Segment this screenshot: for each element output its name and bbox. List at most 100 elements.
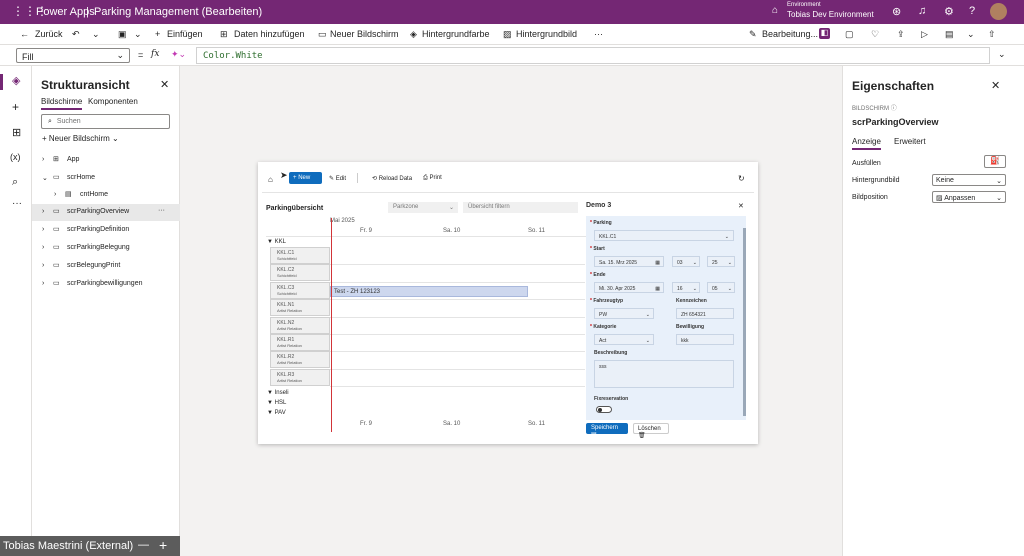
plate-input[interactable]: ZH 654321 <box>676 308 734 319</box>
undo-dropdown-icon[interactable]: ⌄ <box>92 29 100 40</box>
share-icon[interactable]: ⇪ <box>897 29 905 40</box>
notification-icon[interactable]: ♫ <box>918 5 926 17</box>
new-screen-button[interactable]: + Neuer Bildschirm ⌄ <box>42 134 119 143</box>
close-icon[interactable]: ✕ <box>160 78 169 91</box>
end-minute-dropdown[interactable]: 05 ⌄ <box>707 282 735 293</box>
paste-icon[interactable]: ▣ <box>118 29 127 40</box>
copilot-icon[interactable]: ⊛ <box>892 5 901 18</box>
variables-icon[interactable]: (x) <box>10 152 21 162</box>
play-icon[interactable]: ▷ <box>921 29 928 40</box>
editing-button[interactable]: Bearbeitung... <box>762 29 818 39</box>
grid-row-line <box>330 317 585 318</box>
booking-bar[interactable]: Test - ZH 123123 <box>330 286 528 297</box>
tree-item-cnthome[interactable]: › ▤ cntHome <box>32 187 180 204</box>
start-hour-dropdown[interactable]: 03 ⌄ <box>672 256 700 267</box>
tree-item-scrparkingdefinition[interactable]: › ▭ scrParkingDefinition <box>32 222 180 239</box>
scrollbar[interactable] <box>743 228 746 416</box>
save-dropdown-icon[interactable]: ⌄ <box>967 29 975 40</box>
fix-reservation-toggle[interactable] <box>596 406 612 413</box>
group-header-hsl[interactable]: ▼ HSL <box>267 400 286 406</box>
property-dropdown[interactable]: Fill ⌄ <box>16 48 130 63</box>
insert-icon[interactable]: + <box>12 100 19 114</box>
close-icon[interactable]: ✕ <box>738 202 744 210</box>
chevron-right-icon[interactable]: › <box>42 156 44 163</box>
data-icon[interactable]: ⊞ <box>12 126 21 139</box>
group-header-kkl[interactable]: ▼ KKL <box>267 239 286 245</box>
chevron-right-icon[interactable]: › <box>54 191 56 198</box>
search-input[interactable]: ⌕ Suchen <box>41 114 170 129</box>
zone-filter-dropdown[interactable]: Parkzone ⌄ <box>388 202 458 213</box>
save-button[interactable]: Speichern ▤ <box>586 423 628 438</box>
chevron-right-icon[interactable]: › <box>42 244 44 251</box>
refresh-icon[interactable]: ↻ <box>738 174 745 183</box>
more-commands-button[interactable]: ··· <box>594 29 603 39</box>
minimize-button[interactable]: — <box>138 539 149 551</box>
chevron-right-icon[interactable]: › <box>42 262 44 269</box>
tree-item-app[interactable]: › ⊞ App <box>32 152 180 169</box>
tree-item-scrparkingoverview[interactable]: › ▭ scrParkingOverview ··· <box>32 204 180 221</box>
back-button[interactable]: Zurück <box>35 29 63 39</box>
save-icon[interactable]: ▤ <box>945 29 954 40</box>
reload-button[interactable]: ⟲ Reload Data <box>372 175 412 182</box>
parking-dropdown[interactable]: KKL.C1 ⌄ <box>594 230 734 241</box>
tree-view-icon[interactable]: ◈ <box>12 74 20 87</box>
background-image-dropdown[interactable]: Keine ⌄ <box>932 174 1006 186</box>
copilot-app-icon[interactable]: ◧ <box>819 28 830 39</box>
insert-button[interactable]: Einfügen <box>167 29 203 39</box>
end-date-picker[interactable]: Mi. 30. Apr 2025 ▦ <box>594 282 664 293</box>
settings-icon[interactable]: ⚙ <box>944 5 954 18</box>
tab-display[interactable]: Anzeige <box>852 137 881 150</box>
overview-filter-input[interactable]: Übersicht filtern <box>463 202 578 213</box>
avatar[interactable] <box>990 3 1007 20</box>
tree-item-scrbelegungprint[interactable]: › ▭ scrBelegungPrint <box>32 258 180 275</box>
expand-formula-icon[interactable]: ⌄ <box>998 49 1006 60</box>
group-header-inseli[interactable]: ▼ Inseli <box>267 390 289 396</box>
help-icon[interactable]: ? <box>969 5 975 17</box>
undo-icon[interactable]: ↶ <box>72 29 80 40</box>
fill-color-picker[interactable]: ⛽ <box>984 155 1006 168</box>
tree-item-scrhome[interactable]: ⌄ ▭ scrHome <box>32 170 180 187</box>
background-image-button[interactable]: Hintergrundbild <box>516 29 577 39</box>
print-button[interactable]: ⎙ Print <box>423 175 442 182</box>
comments-icon[interactable]: ▢ <box>845 29 854 40</box>
formula-input[interactable]: Color.White <box>196 47 990 64</box>
image-position-dropdown[interactable]: ▨ Anpassen ⌄ <box>932 191 1006 203</box>
tab-components[interactable]: Komponenten <box>88 97 138 106</box>
more-icon[interactable]: ··· <box>12 198 22 209</box>
add-button[interactable]: + <box>159 537 167 553</box>
close-icon[interactable]: ✕ <box>991 79 1000 92</box>
environment-name[interactable]: Tobias Dev Environment <box>787 10 874 19</box>
health-icon[interactable]: ♡ <box>871 29 879 40</box>
more-options-button[interactable]: ··· <box>158 207 165 214</box>
tree-item-scrparkingbelegung[interactable]: › ▭ scrParkingBelegung <box>32 240 180 257</box>
delete-label: Löschen <box>638 426 661 432</box>
app-screen-preview: ⌂ ➤ + New ✎ Edit ⟲ Reload Data ⎙ Print ↻… <box>258 162 758 444</box>
home-icon[interactable]: ⌂ <box>268 175 273 184</box>
delete-button[interactable]: Löschen 🗑 <box>633 423 669 439</box>
edit-button[interactable]: ✎ Edit <box>329 175 346 182</box>
permit-input[interactable]: kkk <box>676 334 734 345</box>
background-color-button[interactable]: Hintergrundfarbe <box>422 29 490 39</box>
description-textarea[interactable]: sss <box>594 360 734 388</box>
chevron-down-icon[interactable]: ⌄ <box>42 174 48 182</box>
tree-item-scrparkingbewilligungen[interactable]: › ▭ scrParkingbewilligungen <box>32 276 180 293</box>
tab-advanced[interactable]: Erweitert <box>894 137 926 146</box>
info-icon[interactable]: ⓘ <box>891 106 897 112</box>
vehicle-type-dropdown[interactable]: PW ⌄ <box>594 308 654 319</box>
copilot-formula-icon[interactable]: ✦⌄ <box>171 49 186 60</box>
chevron-right-icon[interactable]: › <box>42 280 44 287</box>
add-data-button[interactable]: Daten hinzufügen <box>234 29 305 39</box>
start-minute-dropdown[interactable]: 25 ⌄ <box>707 256 735 267</box>
category-dropdown[interactable]: Act ⌄ <box>594 334 654 345</box>
publish-icon[interactable]: ⇧ <box>988 29 996 40</box>
start-date-picker[interactable]: Sa. 15. Mrz 2025 ▦ <box>594 256 664 267</box>
paste-dropdown-icon[interactable]: ⌄ <box>134 29 142 40</box>
new-screen-button[interactable]: Neuer Bildschirm <box>330 29 399 39</box>
end-hour-dropdown[interactable]: 16 ⌄ <box>672 282 700 293</box>
search-icon[interactable]: ⌕ <box>12 176 18 189</box>
new-button[interactable]: + New <box>289 172 322 184</box>
tab-screens[interactable]: Bildschirme <box>41 97 83 110</box>
chevron-right-icon[interactable]: › <box>42 226 44 233</box>
group-header-pav[interactable]: ▼ PAV <box>267 410 286 416</box>
chevron-right-icon[interactable]: › <box>42 208 44 215</box>
